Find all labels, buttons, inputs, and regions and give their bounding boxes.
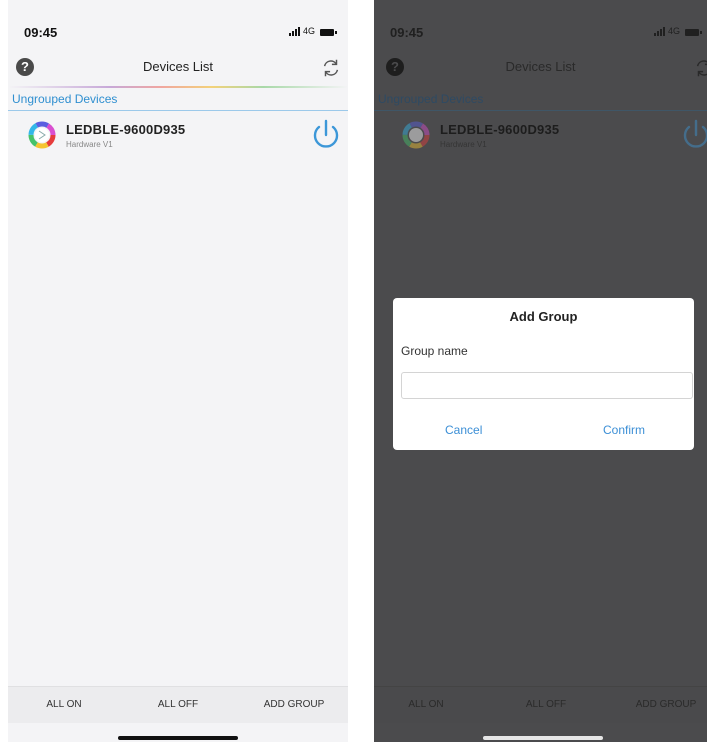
device-hardware: Hardware V1 xyxy=(440,140,487,149)
network-type: 4G xyxy=(667,26,680,36)
color-wheel-icon xyxy=(28,121,56,149)
page-title: Devices List xyxy=(505,59,576,74)
bottom-action-bar: ALL ON ALL OFF ADD GROUP xyxy=(374,686,707,723)
battery-icon xyxy=(685,29,702,36)
home-indicator xyxy=(483,736,603,740)
device-row[interactable]: LEDBLE-9600D935 Hardware V1 xyxy=(374,115,707,165)
confirm-button[interactable]: Confirm xyxy=(603,423,645,437)
cancel-button[interactable]: Cancel xyxy=(445,423,482,437)
group-name-input[interactable] xyxy=(401,372,693,399)
device-row[interactable]: LEDBLE-9600D935 Hardware V1 xyxy=(8,115,348,165)
signal-bars-icon xyxy=(653,27,665,36)
all-off-button[interactable]: ALL OFF xyxy=(514,687,578,723)
nav-bar: ? Devices List xyxy=(8,48,348,88)
status-bar: 09:45 4G xyxy=(374,0,707,46)
bottom-action-bar: ALL ON ALL OFF ADD GROUP xyxy=(8,686,348,723)
signal-bars-icon xyxy=(288,27,300,36)
devices-list-screen: 09:45 4G ? Devices List Ungrouped Device… xyxy=(8,0,348,742)
status-time: 09:45 xyxy=(24,25,58,40)
signal-indicator: 4G xyxy=(653,26,702,36)
network-type: 4G xyxy=(302,26,315,36)
color-wheel-icon xyxy=(402,121,430,149)
add-group-dialog: Add Group Group name Cancel Confirm xyxy=(393,298,694,450)
add-group-button[interactable]: ADD GROUP xyxy=(254,687,334,723)
battery-icon xyxy=(320,29,337,36)
nav-bar: ? Devices List xyxy=(374,48,707,88)
all-off-button[interactable]: ALL OFF xyxy=(146,687,210,723)
refresh-icon[interactable] xyxy=(320,57,342,79)
all-on-button[interactable]: ALL ON xyxy=(394,687,458,723)
page-title: Devices List xyxy=(142,59,214,74)
all-on-button[interactable]: ALL ON xyxy=(32,687,96,723)
power-icon[interactable] xyxy=(678,117,707,153)
header-accent-line xyxy=(8,86,348,88)
group-header-ungrouped: Ungrouped Devices xyxy=(8,89,348,111)
device-hardware: Hardware V1 xyxy=(66,140,113,149)
signal-indicator: 4G xyxy=(288,26,337,36)
home-indicator xyxy=(118,736,238,740)
device-name: LEDBLE-9600D935 xyxy=(440,122,560,137)
group-header-ungrouped: Ungrouped Devices xyxy=(374,89,707,111)
power-icon[interactable] xyxy=(308,117,344,153)
group-name-label: Group name xyxy=(401,344,468,358)
add-group-button[interactable]: ADD GROUP xyxy=(626,687,706,723)
add-group-screen: 09:45 4G ? Devices List Ungrouped Device… xyxy=(374,0,707,742)
status-bar: 09:45 4G xyxy=(8,0,348,46)
dialog-title: Add Group xyxy=(509,309,578,324)
refresh-icon[interactable] xyxy=(693,57,707,79)
status-time: 09:45 xyxy=(390,25,424,40)
device-name: LEDBLE-9600D935 xyxy=(66,122,186,137)
